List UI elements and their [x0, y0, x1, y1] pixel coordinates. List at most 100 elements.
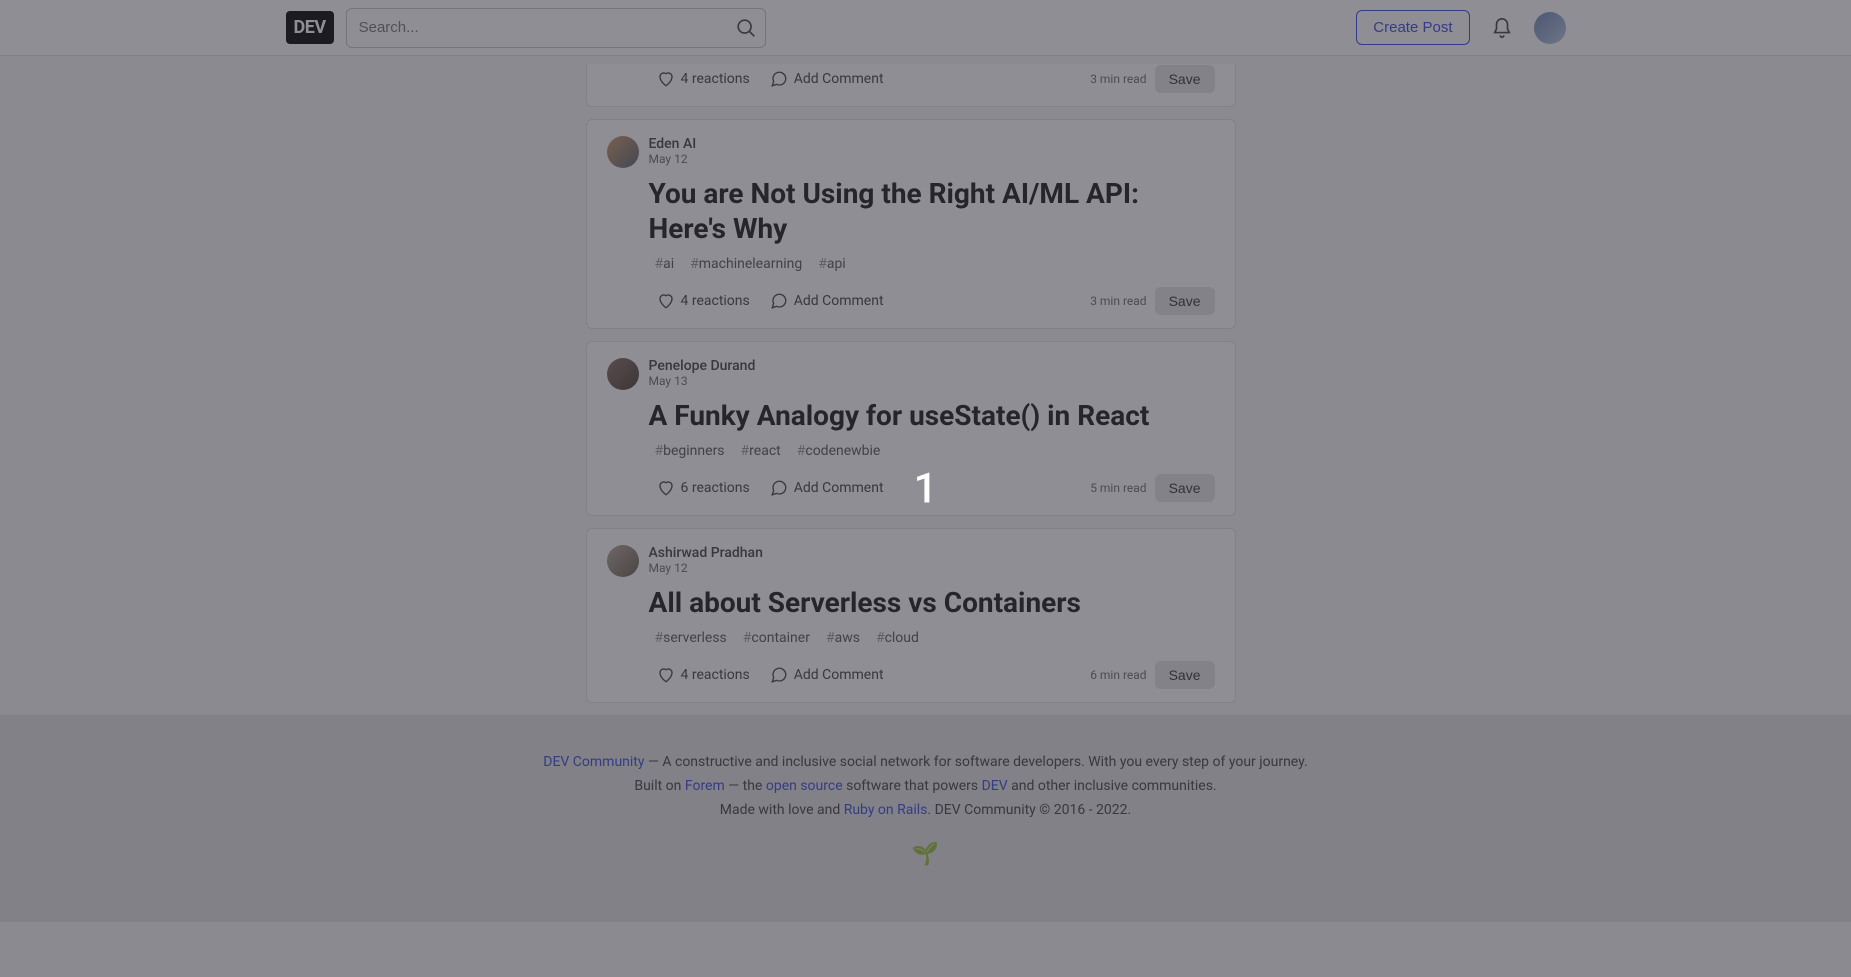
- footer-text: — the: [725, 778, 766, 794]
- card-body: A Funky Analogy for useState() in React …: [607, 398, 1215, 503]
- footer-line-1: DEV Community — A constructive and inclu…: [0, 751, 1851, 775]
- footer-link-ruby[interactable]: Ruby on Rails: [844, 802, 928, 818]
- footer-link-opensource[interactable]: open source: [766, 778, 843, 794]
- tag[interactable]: #codenewbie: [791, 441, 887, 461]
- reactions-button[interactable]: 6 reactions: [649, 473, 758, 503]
- top-header: DEV Create Post: [0, 0, 1851, 56]
- card-meta: Ashirwad Pradhan May 12: [607, 545, 1215, 577]
- header-inner: DEV Create Post: [286, 8, 1566, 48]
- feed-column: 4 reactions Add Comment 3 min read Save: [586, 56, 1236, 715]
- reactions-button[interactable]: 4 reactions: [649, 286, 758, 316]
- footer-text: and other inclusive communities.: [1008, 778, 1217, 794]
- footer-text: — A constructive and inclusive social ne…: [645, 754, 1308, 770]
- post-date[interactable]: May 12: [649, 152, 697, 166]
- comment-label: Add Comment: [794, 71, 884, 87]
- save-button[interactable]: Save: [1155, 661, 1215, 689]
- comment-icon: [770, 292, 788, 310]
- tag-list: #beginners #react #codenewbie: [649, 441, 1215, 461]
- card-left-actions: 4 reactions Add Comment: [649, 64, 892, 94]
- save-button[interactable]: Save: [1155, 287, 1215, 315]
- post-date[interactable]: May 12: [649, 561, 763, 575]
- leaf-icon: 🌱: [912, 836, 939, 873]
- post-date[interactable]: May 13: [649, 374, 756, 388]
- footer-link-dev[interactable]: DEV: [982, 778, 1008, 794]
- read-time: 3 min read: [1090, 72, 1146, 86]
- read-time: 6 min read: [1090, 668, 1146, 682]
- footer-link-dev-community[interactable]: DEV Community: [543, 754, 644, 770]
- tag[interactable]: #aws: [820, 628, 866, 648]
- card-actions-row: 4 reactions Add Comment 3 min read Save: [649, 286, 1215, 316]
- tag[interactable]: #cloud: [870, 628, 925, 648]
- heart-icon: [657, 292, 675, 310]
- card-actions-row: 6 reactions Add Comment 5 min read Save: [649, 473, 1215, 503]
- author-block: Penelope Durand May 13: [649, 358, 756, 388]
- main-content: 4 reactions Add Comment 3 min read Save: [286, 0, 1566, 715]
- tag[interactable]: #react: [735, 441, 787, 461]
- comment-label: Add Comment: [794, 293, 884, 309]
- tag[interactable]: #machinelearning: [684, 254, 808, 274]
- author-name[interactable]: Penelope Durand: [649, 358, 756, 374]
- author-avatar[interactable]: [607, 358, 639, 390]
- author-name[interactable]: Eden AI: [649, 136, 697, 152]
- card-right-actions: 5 min read Save: [1090, 474, 1214, 502]
- heart-icon: [657, 666, 675, 684]
- card-right-actions: 3 min read Save: [1090, 287, 1214, 315]
- card-right-actions: 3 min read Save: [1090, 65, 1214, 93]
- post-title[interactable]: A Funky Analogy for useState() in React: [649, 398, 1215, 433]
- comment-icon: [770, 70, 788, 88]
- comment-icon: [770, 666, 788, 684]
- reactions-count: 6 reactions: [681, 480, 750, 496]
- tag[interactable]: #serverless: [649, 628, 733, 648]
- save-button[interactable]: Save: [1155, 65, 1215, 93]
- read-time: 5 min read: [1090, 481, 1146, 495]
- user-avatar[interactable]: [1534, 12, 1566, 44]
- card-body: All about Serverless vs Containers #serv…: [607, 585, 1215, 690]
- footer-text: Made with love and: [720, 802, 844, 818]
- tag[interactable]: #ai: [649, 254, 681, 274]
- post-card: Penelope Durand May 13 A Funky Analogy f…: [586, 341, 1236, 516]
- card-body: You are Not Using the Right AI/ML API: H…: [607, 176, 1215, 316]
- create-post-button[interactable]: Create Post: [1356, 10, 1469, 45]
- comment-button[interactable]: Add Comment: [762, 286, 892, 316]
- heart-icon: [657, 70, 675, 88]
- comment-icon: [770, 479, 788, 497]
- tag[interactable]: #container: [737, 628, 816, 648]
- author-block: Ashirwad Pradhan May 12: [649, 545, 763, 575]
- author-avatar[interactable]: [607, 545, 639, 577]
- comment-label: Add Comment: [794, 667, 884, 683]
- comment-button[interactable]: Add Comment: [762, 473, 892, 503]
- card-left-actions: 4 reactions Add Comment: [649, 660, 892, 690]
- tag-list: #serverless #container #aws #cloud: [649, 628, 1215, 648]
- footer-text: Built on: [634, 778, 685, 794]
- save-button[interactable]: Save: [1155, 474, 1215, 502]
- reactions-button[interactable]: 4 reactions: [649, 64, 758, 94]
- dev-logo[interactable]: DEV: [286, 11, 334, 44]
- card-left-actions: 6 reactions Add Comment: [649, 473, 892, 503]
- author-avatar[interactable]: [607, 136, 639, 168]
- search-wrap: [346, 8, 766, 48]
- read-time: 3 min read: [1090, 294, 1146, 308]
- post-title[interactable]: All about Serverless vs Containers: [649, 585, 1215, 620]
- tag[interactable]: #api: [812, 254, 852, 274]
- author-name[interactable]: Ashirwad Pradhan: [649, 545, 763, 561]
- footer-link-forem[interactable]: Forem: [685, 778, 725, 794]
- footer-text: software that powers: [843, 778, 982, 794]
- post-title[interactable]: You are Not Using the Right AI/ML API: H…: [649, 176, 1215, 246]
- footer-text: . DEV Community © 2016 - 2022.: [927, 802, 1131, 818]
- search-icon: [735, 17, 757, 39]
- reactions-count: 4 reactions: [681, 667, 750, 683]
- comment-button[interactable]: Add Comment: [762, 64, 892, 94]
- card-meta: Penelope Durand May 13: [607, 358, 1215, 390]
- bell-icon: [1491, 17, 1513, 39]
- post-card: 4 reactions Add Comment 3 min read Save: [586, 64, 1236, 107]
- comment-button[interactable]: Add Comment: [762, 660, 892, 690]
- tag[interactable]: #beginners: [649, 441, 731, 461]
- card-body: 4 reactions Add Comment 3 min read Save: [607, 64, 1215, 94]
- notifications-button[interactable]: [1482, 8, 1522, 48]
- search-button[interactable]: [730, 12, 762, 44]
- card-meta: Eden AI May 12: [607, 136, 1215, 168]
- page-footer: DEV Community — A constructive and inclu…: [0, 715, 1851, 922]
- tag-list: #ai #machinelearning #api: [649, 254, 1215, 274]
- search-input[interactable]: [346, 8, 766, 48]
- reactions-button[interactable]: 4 reactions: [649, 660, 758, 690]
